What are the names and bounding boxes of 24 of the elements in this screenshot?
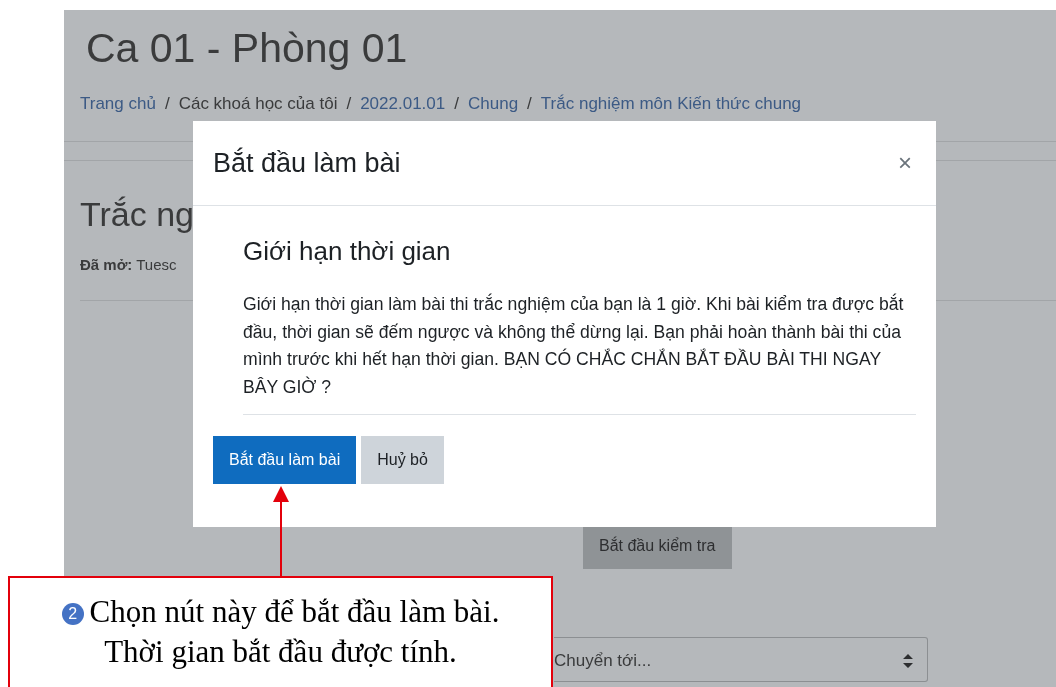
modal-message: Giới hạn thời gian làm bài thi trắc nghiệm của bạn là 1 giờ. Khi bài kiểm tra được bắt đầu, thời gian sẽ đếm ngược và không thể dừng lại. Bạn phải hoàn thành bài thi của mình trước khi hết hạn thời gian. BẠN CÓ CHẮC CHẮN BẮT ĐẦU BÀI THI NGAY BÂY GIỜ ? <box>243 291 916 416</box>
modal-title: Bắt đầu làm bài <box>213 146 401 180</box>
caret-icon <box>903 654 913 668</box>
breadcrumb-current: Các khoá học của tôi <box>178 93 338 116</box>
breadcrumb-separator: / <box>164 93 170 116</box>
number-badge: 2 <box>61 603 84 625</box>
jump-placeholder: Chuyển tới... <box>554 651 652 670</box>
breadcrumb-separator: / <box>527 93 532 116</box>
breadcrumb-link[interactable]: 2022.01.01 <box>360 91 446 117</box>
close-button[interactable]: × <box>894 151 916 175</box>
breadcrumb-link[interactable]: Trắc nghiệm môn Kiến thức chung <box>540 91 802 117</box>
jump-to-select[interactable]: Chuyển tới... <box>554 637 928 682</box>
cancel-button[interactable]: Huỷ bỏ <box>361 436 444 485</box>
page-title: Ca 01 - Phòng 01 <box>86 24 409 73</box>
breadcrumb-link[interactable]: Chung <box>468 91 519 117</box>
quiz-title: Trắc ng <box>80 193 195 235</box>
opened-date: Tuesc <box>136 255 177 273</box>
opened-label: Đã mở: <box>80 255 133 273</box>
modal-heading: Giới hạn thời gian <box>243 236 452 268</box>
start-attempt-button[interactable]: Bắt đầu làm bài <box>213 436 357 485</box>
annotation-text: Chọn nút này để bắt đầu làm bài. Thời gian bắt đầu được tính. <box>89 594 500 669</box>
breadcrumb-separator: / <box>454 93 459 116</box>
breadcrumb-separator: / <box>346 93 352 116</box>
breadcrumb-link[interactable]: Trang chủ <box>80 91 156 117</box>
